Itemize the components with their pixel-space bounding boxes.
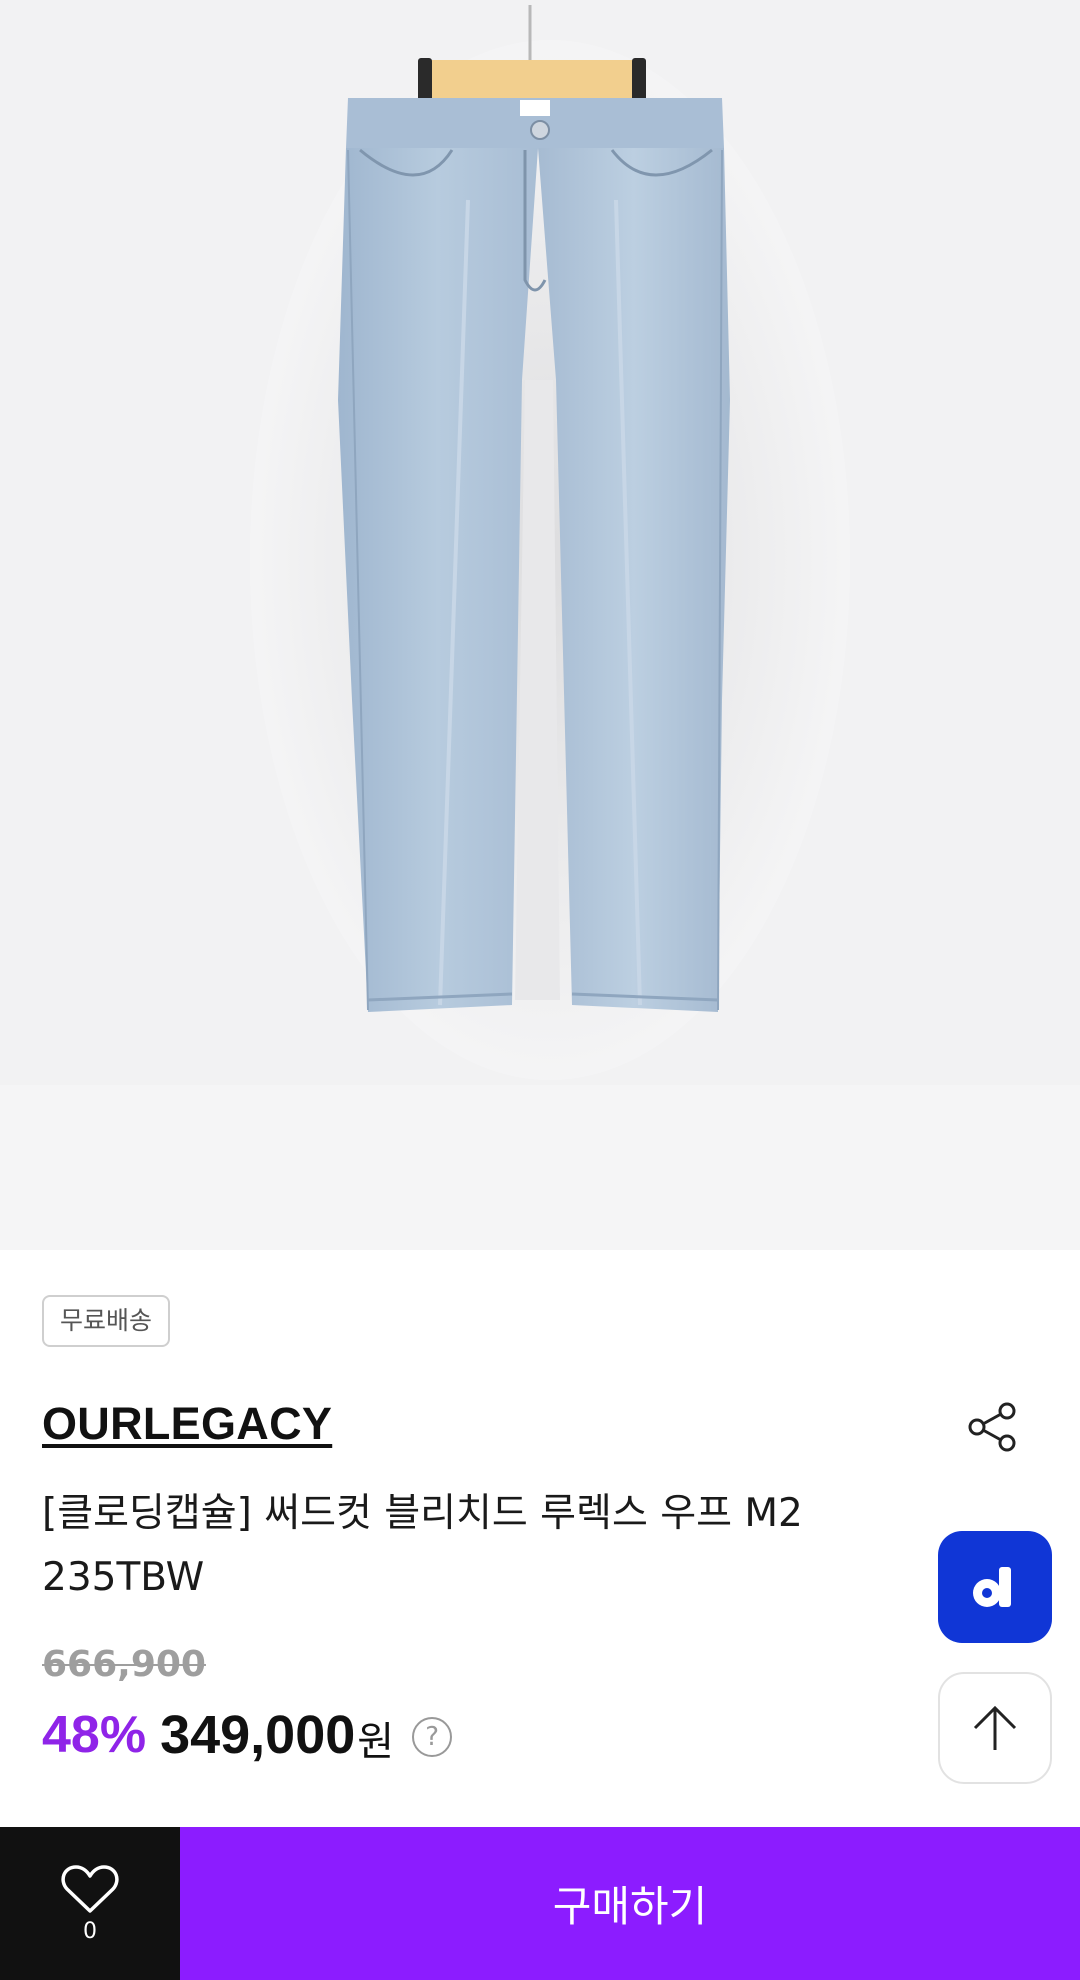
original-price: 666,900: [42, 1644, 206, 1685]
product-image[interactable]: [0, 0, 1080, 1250]
jeans-illustration: [0, 0, 1080, 1250]
free-shipping-label: 무료배송: [60, 1306, 153, 1335]
heart-icon: [61, 1865, 119, 1913]
bottom-action-bar: 0 구매하기: [0, 1827, 1080, 1980]
d-logo-icon: [973, 1567, 1011, 1607]
discount-rate: 48%: [42, 1706, 147, 1764]
sale-price: 349,000: [160, 1705, 356, 1765]
product-title: [클로딩캡슐] 써드컷 블리치드 루렉스 우프 M2 235TBW: [42, 1491, 803, 1600]
question-circle-icon[interactable]: ?: [412, 1717, 453, 1757]
share-button[interactable]: [962, 1396, 1024, 1458]
product-detail-page: 무료배송 OURLEGACY [클로딩캡슐] 써드컷 블리치드 루렉스 우프 M…: [0, 0, 1080, 1980]
like-button[interactable]: 0: [0, 1827, 180, 1980]
buy-button-label: 구매하기: [552, 1882, 708, 1931]
price-row: 48% 349,000 원 ?: [42, 1700, 453, 1770]
arrow-up-icon: [973, 1705, 1017, 1750]
buy-button[interactable]: 구매하기: [180, 1827, 1080, 1980]
scroll-top-button[interactable]: [938, 1672, 1052, 1784]
currency-label: 원: [357, 1719, 395, 1765]
brand-link[interactable]: OURLEGACY: [42, 1398, 332, 1450]
share-icon: [968, 1402, 1016, 1452]
free-shipping-badge: 무료배송: [42, 1295, 171, 1347]
d-app-button[interactable]: [938, 1531, 1052, 1643]
like-count: 0: [83, 1919, 97, 1944]
